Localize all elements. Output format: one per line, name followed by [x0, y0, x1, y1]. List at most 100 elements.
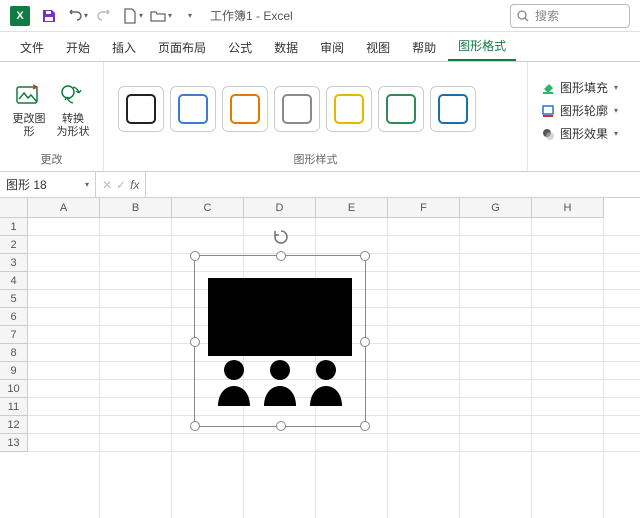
- confirm-icon[interactable]: ✓: [116, 178, 126, 192]
- style-swatch-1[interactable]: [170, 86, 216, 132]
- tab-开始[interactable]: 开始: [56, 33, 100, 61]
- chevron-down-icon: ▾: [139, 11, 143, 20]
- select-all-button[interactable]: [0, 198, 28, 218]
- inserted-graphic[interactable]: [204, 278, 356, 408]
- row-header-1[interactable]: 1: [0, 218, 28, 236]
- row-header-10[interactable]: 10: [0, 380, 28, 398]
- open-file-button[interactable]: ▾: [148, 3, 174, 29]
- ribbon-group-change: 更改图 形 转换 为形状 更改: [0, 62, 104, 171]
- shape-outline-button[interactable]: 图形轮廓 ▾: [536, 100, 632, 121]
- column-header-A[interactable]: A: [28, 198, 100, 218]
- tab-文件[interactable]: 文件: [10, 33, 54, 61]
- excel-logo-icon: X: [10, 6, 30, 26]
- column-headers: ABCDEFGH: [28, 198, 604, 218]
- resize-handle-sw[interactable]: [190, 421, 200, 431]
- redo-icon: [97, 8, 113, 24]
- style-swatch-0[interactable]: [118, 86, 164, 132]
- name-box-value: 图形 18: [6, 176, 47, 193]
- column-header-B[interactable]: B: [100, 198, 172, 218]
- chevron-down-icon: ▾: [85, 180, 89, 189]
- ribbon-group-styles: 图形样式: [104, 62, 528, 171]
- change-graphic-icon: [13, 79, 45, 111]
- chevron-down-icon: ▾: [168, 11, 172, 20]
- row-header-2[interactable]: 2: [0, 236, 28, 254]
- row-header-9[interactable]: 9: [0, 362, 28, 380]
- ribbon-group-change-label: 更改: [8, 149, 95, 169]
- row-header-3[interactable]: 3: [0, 254, 28, 272]
- undo-icon: [66, 8, 82, 24]
- formula-input[interactable]: [146, 172, 640, 197]
- column-header-F[interactable]: F: [388, 198, 460, 218]
- shape-fill-button[interactable]: 图形填充 ▾: [536, 77, 632, 98]
- cancel-icon[interactable]: ✕: [102, 178, 112, 192]
- column-header-G[interactable]: G: [460, 198, 532, 218]
- style-swatch-4[interactable]: [326, 86, 372, 132]
- fill-icon: [540, 80, 556, 96]
- row-header-6[interactable]: 6: [0, 308, 28, 326]
- tab-页面布局[interactable]: 页面布局: [148, 33, 216, 61]
- ribbon-group-styles-label: 图形样式: [112, 149, 519, 169]
- resize-handle-ne[interactable]: [360, 251, 370, 261]
- tab-数据[interactable]: 数据: [264, 33, 308, 61]
- undo-button[interactable]: ▾: [64, 3, 90, 29]
- title-bar: X ▾ ▾ ▾ ▾ 工作簿1 - Excel 搜索: [0, 0, 640, 32]
- ribbon: 更改图 形 转换 为形状 更改 图形样式 图形填充 ▾ 图形轮廓 ▾: [0, 62, 640, 172]
- row-header-4[interactable]: 4: [0, 272, 28, 290]
- chevron-down-icon: ▾: [614, 83, 618, 92]
- resize-handle-n[interactable]: [276, 251, 286, 261]
- tab-插入[interactable]: 插入: [102, 33, 146, 61]
- shape-outline-label: 图形轮廓: [560, 102, 608, 119]
- effect-icon: [540, 126, 556, 142]
- resize-handle-se[interactable]: [360, 421, 370, 431]
- tab-公式[interactable]: 公式: [218, 33, 262, 61]
- resize-handle-nw[interactable]: [190, 251, 200, 261]
- folder-open-icon: [150, 9, 166, 23]
- name-box[interactable]: 图形 18 ▾: [0, 172, 96, 197]
- style-swatch-6[interactable]: [430, 86, 476, 132]
- ribbon-tabs: 文件开始插入页面布局公式数据审阅视图帮助图形格式: [0, 32, 640, 62]
- row-headers: 12345678910111213: [0, 218, 28, 452]
- style-swatch-5[interactable]: [378, 86, 424, 132]
- resize-handle-w[interactable]: [190, 337, 200, 347]
- outline-icon: [540, 103, 556, 119]
- search-input[interactable]: 搜索: [510, 4, 630, 28]
- column-header-E[interactable]: E: [316, 198, 388, 218]
- fx-icon[interactable]: fx: [130, 178, 139, 192]
- tab-视图[interactable]: 视图: [356, 33, 400, 61]
- row-header-11[interactable]: 11: [0, 398, 28, 416]
- shape-effect-label: 图形效果: [560, 125, 608, 142]
- shape-effect-button[interactable]: 图形效果 ▾: [536, 123, 632, 144]
- formula-tools: ✕ ✓ fx: [96, 172, 146, 197]
- tab-审阅[interactable]: 审阅: [310, 33, 354, 61]
- row-header-7[interactable]: 7: [0, 326, 28, 344]
- worksheet-grid[interactable]: ABCDEFGH 12345678910111213: [0, 198, 640, 518]
- row-header-8[interactable]: 8: [0, 344, 28, 362]
- column-header-C[interactable]: C: [172, 198, 244, 218]
- qat-customize-button[interactable]: ▾: [176, 3, 202, 29]
- tab-图形格式[interactable]: 图形格式: [448, 31, 516, 61]
- search-placeholder: 搜索: [535, 7, 559, 24]
- change-graphic-button[interactable]: 更改图 形: [8, 75, 50, 141]
- quick-access-toolbar: ▾ ▾ ▾ ▾: [36, 3, 202, 29]
- style-swatch-3[interactable]: [274, 86, 320, 132]
- save-icon: [41, 8, 57, 24]
- resize-handle-s[interactable]: [276, 421, 286, 431]
- column-header-D[interactable]: D: [244, 198, 316, 218]
- resize-handle-e[interactable]: [360, 337, 370, 347]
- chevron-down-icon: ▾: [188, 11, 192, 20]
- shape-fill-label: 图形填充: [560, 79, 608, 96]
- column-header-H[interactable]: H: [532, 198, 604, 218]
- convert-to-shape-button[interactable]: 转换 为形状: [52, 75, 94, 141]
- save-button[interactable]: [36, 3, 62, 29]
- new-file-button[interactable]: ▾: [120, 3, 146, 29]
- row-header-5[interactable]: 5: [0, 290, 28, 308]
- convert-label: 转换 为形状: [57, 113, 90, 137]
- redo-button[interactable]: [92, 3, 118, 29]
- rotate-handle[interactable]: [272, 228, 290, 246]
- tab-帮助[interactable]: 帮助: [402, 33, 446, 61]
- change-graphic-label: 更改图 形: [13, 113, 46, 137]
- row-header-12[interactable]: 12: [0, 416, 28, 434]
- ribbon-group-shape-format: 图形填充 ▾ 图形轮廓 ▾ 图形效果 ▾: [528, 62, 640, 171]
- row-header-13[interactable]: 13: [0, 434, 28, 452]
- style-swatch-2[interactable]: [222, 86, 268, 132]
